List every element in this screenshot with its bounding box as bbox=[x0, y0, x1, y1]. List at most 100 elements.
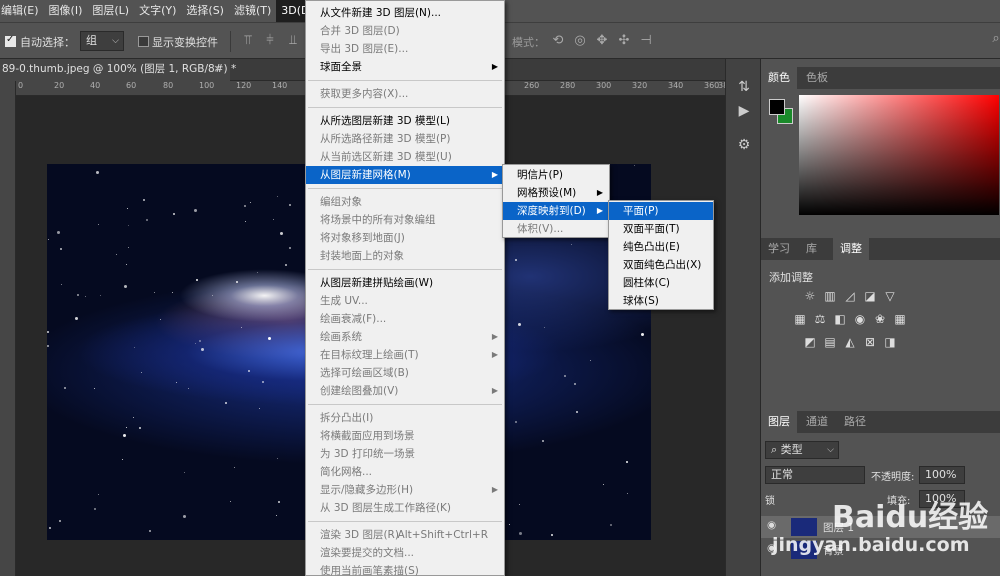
tab-adjustments[interactable]: 调整 bbox=[833, 238, 869, 260]
menu-item[interactable]: 深度映射到(D) ▶ bbox=[503, 202, 609, 220]
tab-swatches[interactable]: 色板 bbox=[799, 67, 835, 89]
black-white-icon[interactable]: ◧ bbox=[833, 312, 847, 326]
menu-edit[interactable]: 编辑(E) bbox=[0, 0, 44, 22]
vibrance-icon[interactable]: ▽ bbox=[883, 289, 897, 303]
menu-item[interactable]: 将对象移到地面(J) bbox=[306, 229, 504, 247]
levels-icon[interactable]: ▥ bbox=[823, 289, 837, 303]
posterize-icon[interactable]: ▤ bbox=[823, 335, 837, 349]
invert-icon[interactable]: ◩ bbox=[803, 335, 817, 349]
auto-select-dropdown[interactable]: 组 ⌵ bbox=[80, 31, 124, 51]
menu-item[interactable]: 获取更多内容(X)... bbox=[306, 85, 504, 103]
foreground-color-swatch[interactable] bbox=[769, 99, 785, 115]
play-icon[interactable]: ▶ bbox=[734, 101, 754, 121]
document-tab[interactable]: 89-0.thumb.jpeg @ 100% (图层 1, RGB/8#) * … bbox=[0, 59, 236, 81]
menu-item[interactable]: 球体(S) bbox=[609, 292, 713, 310]
menu-item[interactable]: 明信片(P) bbox=[503, 166, 609, 184]
menu-item[interactable]: 从所选图层新建 3D 模型(L) bbox=[306, 112, 504, 130]
gradient-map-icon[interactable]: ⊠ bbox=[863, 335, 877, 349]
menu-item[interactable]: 网格预设(M) ▶ bbox=[503, 184, 609, 202]
opacity-input[interactable]: 100% bbox=[919, 466, 965, 484]
menu-item[interactable]: 双面平面(T) bbox=[609, 220, 713, 238]
menu-item[interactable]: 纯色凸出(E) bbox=[609, 238, 713, 256]
menu-item[interactable]: 编组对象 bbox=[306, 193, 504, 211]
menu-item[interactable]: 从当前选区新建 3D 模型(U) bbox=[306, 148, 504, 166]
layer-kind-filter[interactable]: ⌕ 类型 ⌵ bbox=[765, 441, 839, 459]
menu-item[interactable]: 渲染要提交的文档... bbox=[306, 544, 504, 562]
tab-layers[interactable]: 图层 bbox=[761, 411, 797, 433]
menu-item[interactable]: 生成 UV... bbox=[306, 292, 504, 310]
menu-item[interactable]: 导出 3D 图层(E)... bbox=[306, 40, 504, 58]
3d-panel-icon[interactable]: ⚙ bbox=[734, 135, 754, 155]
menu-item[interactable]: 简化网格... bbox=[306, 463, 504, 481]
menu-item[interactable]: 将场景中的所有对象编组 bbox=[306, 211, 504, 229]
menu-item[interactable]: 绘画衰减(F)... bbox=[306, 310, 504, 328]
menu-item[interactable]: 封装地面上的对象 bbox=[306, 247, 504, 265]
menu-item[interactable]: 从文件新建 3D 图层(N)... bbox=[306, 4, 504, 22]
star bbox=[519, 504, 520, 505]
menu-item[interactable]: 使用当前画笔素描(S) bbox=[306, 562, 504, 576]
curves-icon[interactable]: ◿ bbox=[843, 289, 857, 303]
menu-item[interactable]: 从 3D 图层生成工作路径(K) bbox=[306, 499, 504, 517]
menu-item[interactable]: 从所选路径新建 3D 模型(P) bbox=[306, 130, 504, 148]
menu-item[interactable]: 在目标纹理上绘画(T) ▶ bbox=[306, 346, 504, 364]
drag-3d-icon[interactable]: ✥ bbox=[594, 33, 610, 49]
tab-channels[interactable]: 通道 bbox=[799, 411, 835, 433]
menu-item[interactable]: 从图层新建网格(M) ▶ bbox=[306, 166, 504, 184]
tab-libraries[interactable]: 库 bbox=[799, 238, 824, 260]
menu-item[interactable]: 双面纯色凸出(X) bbox=[609, 256, 713, 274]
menu-item[interactable]: 显示/隐藏多边形(H) ▶ bbox=[306, 481, 504, 499]
slide-3d-icon[interactable]: ✣ bbox=[616, 33, 632, 49]
roll-3d-icon[interactable]: ◎ bbox=[572, 33, 588, 49]
tab-color[interactable]: 颜色 bbox=[761, 67, 797, 89]
star bbox=[128, 225, 129, 226]
menu-select[interactable]: 选择(S) bbox=[181, 0, 229, 22]
blend-mode-dropdown[interactable]: 正常 bbox=[765, 466, 865, 484]
menu-item[interactable]: 拆分凸出(I) bbox=[306, 409, 504, 427]
menu-item[interactable]: 合并 3D 图层(D) bbox=[306, 22, 504, 40]
menu-item[interactable]: 球面全景 ▶ bbox=[306, 58, 504, 76]
scale-3d-icon[interactable]: ⊣ bbox=[638, 33, 654, 49]
align-vcenter-icon[interactable]: ⫩ bbox=[262, 33, 278, 49]
menu-item[interactable]: 体积(V)... bbox=[503, 220, 609, 238]
menu-item[interactable]: 圆柱体(C) bbox=[609, 274, 713, 292]
menu-filter[interactable]: 滤镜(T) bbox=[229, 0, 276, 22]
menu-item[interactable]: 从图层新建拼贴绘画(W) bbox=[306, 274, 504, 292]
menu-type[interactable]: 文字(Y) bbox=[134, 0, 181, 22]
menu-item[interactable]: 创建绘图叠加(V) ▶ bbox=[306, 382, 504, 400]
menu-item[interactable]: 为 3D 打印统一场景 bbox=[306, 445, 504, 463]
menu-item[interactable]: 平面(P) bbox=[609, 202, 713, 220]
color-lookup-icon[interactable]: ▦ bbox=[893, 312, 907, 326]
vertical-ruler bbox=[0, 81, 16, 576]
photo-filter-icon[interactable]: ◉ bbox=[853, 312, 867, 326]
exposure-icon[interactable]: ◪ bbox=[863, 289, 877, 303]
history-icon[interactable]: ⇅ bbox=[734, 77, 754, 97]
show-transform-checkbox[interactable] bbox=[138, 36, 149, 47]
selective-color-icon[interactable]: ◨ bbox=[883, 335, 897, 349]
color-balance-icon[interactable]: ⚖ bbox=[813, 312, 827, 326]
channel-mixer-icon[interactable]: ❀ bbox=[873, 312, 887, 326]
hue-sat-icon[interactable]: ▦ bbox=[793, 312, 807, 326]
menu-separator bbox=[308, 80, 502, 81]
menu-image[interactable]: 图像(I) bbox=[44, 0, 88, 22]
star bbox=[154, 292, 155, 293]
star bbox=[257, 272, 258, 273]
ruler-label: 280 bbox=[560, 81, 576, 90]
tab-learn[interactable]: 学习 bbox=[761, 238, 797, 260]
brightness-icon[interactable]: ☼ bbox=[803, 289, 817, 303]
auto-select-checkbox[interactable] bbox=[5, 34, 16, 47]
menu-item[interactable]: 渲染 3D 图层(R) Alt+Shift+Ctrl+R bbox=[306, 526, 504, 544]
star bbox=[241, 327, 242, 328]
menu-layer[interactable]: 图层(L) bbox=[87, 0, 134, 22]
tab-paths[interactable]: 路径 bbox=[837, 411, 873, 433]
align-bottom-icon[interactable]: ⫫ bbox=[285, 33, 301, 49]
search-icon[interactable]: ⌕ bbox=[988, 31, 1000, 47]
menu-item[interactable]: 将横截面应用到场景 bbox=[306, 427, 504, 445]
align-top-icon[interactable]: ⫪ bbox=[240, 33, 256, 49]
menu-item[interactable]: 绘画系统 ▶ bbox=[306, 328, 504, 346]
menu-item[interactable]: 选择可绘画区域(B) bbox=[306, 364, 504, 382]
close-icon[interactable]: × bbox=[213, 59, 222, 80]
threshold-icon[interactable]: ◭ bbox=[843, 335, 857, 349]
menu-item-label: 创建绘图叠加(V) bbox=[320, 385, 399, 397]
color-picker-field[interactable] bbox=[799, 95, 999, 215]
rotate-3d-icon[interactable]: ⟲ bbox=[550, 33, 566, 49]
